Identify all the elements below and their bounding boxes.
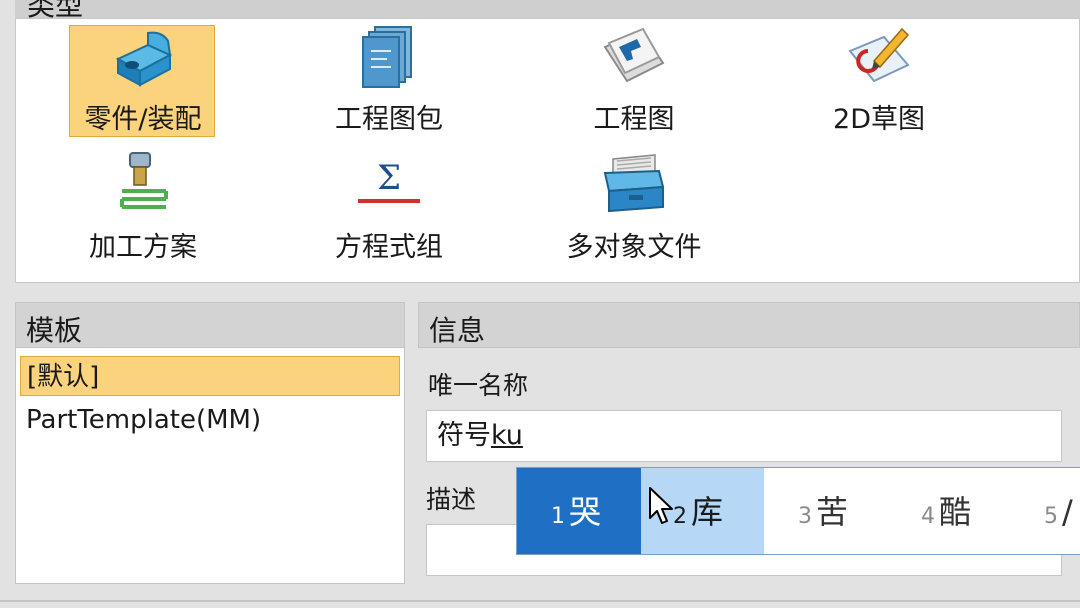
ime-candidate-text: 酷 bbox=[939, 493, 972, 531]
drawing-package-icon bbox=[362, 26, 412, 88]
tile-drawing-package[interactable]: 工程图包 bbox=[314, 19, 464, 139]
unique-name-label: 唯一名称 bbox=[428, 371, 529, 400]
tile-label: 2D草图 bbox=[833, 104, 925, 135]
unique-name-input[interactable]: 符号ku bbox=[426, 410, 1062, 462]
tile-drawing[interactable]: 工程图 bbox=[559, 19, 709, 139]
equation-set-icon: Σ bbox=[358, 158, 420, 203]
template-item-parttemplate-mm[interactable]: PartTemplate(MM) bbox=[20, 400, 400, 440]
description-label: 描述 bbox=[426, 485, 477, 514]
tile-multi-object-file[interactable]: 多对象文件 bbox=[559, 147, 709, 267]
ime-candidate-text: / bbox=[1062, 493, 1073, 531]
ime-candidate-text: 库 bbox=[691, 493, 724, 531]
template-section-header: 模板 bbox=[15, 302, 405, 348]
bottom-divider bbox=[0, 600, 1080, 602]
ime-candidate-index: 2 bbox=[673, 504, 687, 529]
type-section-header: 类型 bbox=[15, 0, 1080, 22]
template-section-title: 模板 bbox=[26, 314, 83, 347]
tile-label: 加工方案 bbox=[89, 232, 197, 263]
tile-machining-plan[interactable]: 加工方案 bbox=[68, 147, 218, 267]
template-item-default[interactable]: [默认] bbox=[20, 356, 400, 396]
type-panel: 零件/装配 工程图包 工程图 2D草图 加工方案 Σ 方程式组 多对象文件 bbox=[15, 18, 1080, 283]
template-list[interactable]: [默认] PartTemplate(MM) bbox=[15, 348, 405, 584]
ime-candidate-4[interactable]: 4酷 bbox=[887, 468, 1010, 554]
ime-candidate-index: 5 bbox=[1044, 504, 1058, 529]
tile-label: 工程图包 bbox=[335, 104, 443, 135]
part-assembly-icon bbox=[115, 31, 173, 87]
info-section-title: 信息 bbox=[429, 314, 486, 347]
ime-composition-text: ku bbox=[491, 420, 523, 451]
ime-candidate-1[interactable]: 1哭 bbox=[517, 468, 641, 554]
mouse-cursor-icon bbox=[649, 487, 673, 524]
tile-equation-set[interactable]: Σ 方程式组 bbox=[314, 147, 464, 267]
ime-candidate-text: 苦 bbox=[816, 493, 849, 531]
sketch-2d-icon bbox=[848, 27, 910, 83]
info-section-header: 信息 bbox=[418, 302, 1080, 348]
multi-object-file-icon bbox=[603, 154, 665, 213]
machining-plan-icon bbox=[120, 152, 168, 209]
ime-candidate-index: 1 bbox=[551, 504, 565, 529]
tile-label: 方程式组 bbox=[335, 232, 443, 263]
tile-label: 零件/装配 bbox=[84, 104, 202, 135]
ime-candidate-text: 哭 bbox=[569, 493, 602, 531]
tile-label: 多对象文件 bbox=[566, 232, 702, 263]
tile-2d-sketch[interactable]: 2D草图 bbox=[804, 19, 954, 139]
unique-name-value: 符号 bbox=[437, 420, 491, 451]
ime-candidate-popup: 1哭 2库 3苦 4酷 5/ bbox=[516, 467, 1080, 555]
tile-part-assembly[interactable]: 零件/装配 bbox=[68, 19, 218, 139]
ime-candidate-index: 4 bbox=[921, 504, 935, 529]
tile-label: 工程图 bbox=[593, 104, 675, 135]
svg-text:Σ: Σ bbox=[377, 158, 401, 198]
drawing-icon bbox=[603, 27, 665, 83]
ime-candidate-index: 3 bbox=[798, 504, 812, 529]
ime-candidate-3[interactable]: 3苦 bbox=[764, 468, 887, 554]
ime-candidate-5[interactable]: 5/ bbox=[1010, 468, 1080, 554]
